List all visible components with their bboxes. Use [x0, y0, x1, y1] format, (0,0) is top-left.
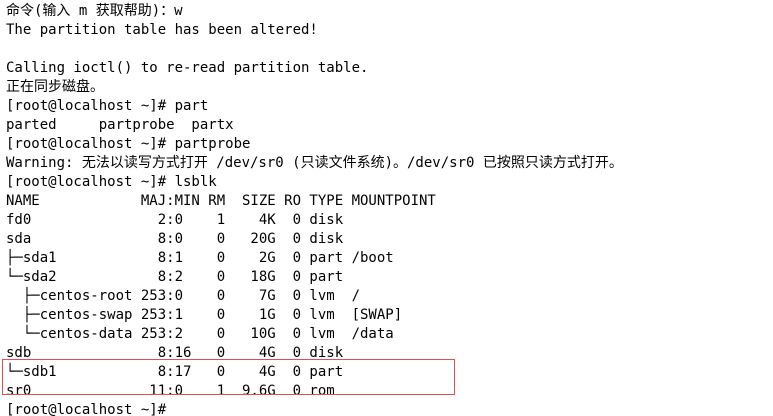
terminal-line-sync: 正在同步磁盘。 — [6, 79, 104, 95]
terminal-line-command-lsblk: [root@localhost ~]# lsblk — [6, 174, 217, 190]
terminal-line-completions: parted partprobe partx — [6, 117, 234, 133]
lsblk-row-sda2: └─sda2 8:2 0 18G 0 part — [6, 269, 344, 285]
terminal-line-warning: Warning: 无法以读写方式打开 /dev/sr0 (只读文件系统)。/de… — [6, 155, 623, 171]
lsblk-row-sda1: ├─sda1 8:1 0 2G 0 part /boot — [6, 250, 394, 266]
lsblk-header: NAME MAJ:MIN RM SIZE RO TYPE MOUNTPOINT — [6, 193, 436, 209]
terminal-line-prompt-input: 命令(输入 m 获取帮助)：w — [6, 3, 183, 19]
terminal-line-final-prompt: [root@localhost ~]# — [6, 402, 167, 416]
sdb-highlight-box — [2, 359, 455, 395]
terminal-line-ioctl: Calling ioctl() to re-read partition tab… — [6, 60, 369, 76]
terminal-line-command-partprobe: [root@localhost ~]# partprobe — [6, 136, 251, 152]
lsblk-row-sda: sda 8:0 0 20G 0 disk — [6, 231, 344, 247]
lsblk-row-fd0: fd0 2:0 1 4K 0 disk — [6, 212, 344, 228]
lsblk-row-centos-data: └─centos-data 253:2 0 10G 0 lvm /data — [6, 326, 394, 342]
lsblk-row-centos-swap: ├─centos-swap 253:1 0 1G 0 lvm [SWAP] — [6, 307, 403, 323]
terminal-window[interactable]: 命令(输入 m 获取帮助)：w The partition table has … — [0, 0, 773, 416]
lsblk-row-centos-root: ├─centos-root 253:0 0 7G 0 lvm / — [6, 288, 361, 304]
terminal-line-command-part: [root@localhost ~]# part — [6, 98, 209, 114]
terminal-line-altered: The partition table has been altered! — [6, 22, 318, 38]
